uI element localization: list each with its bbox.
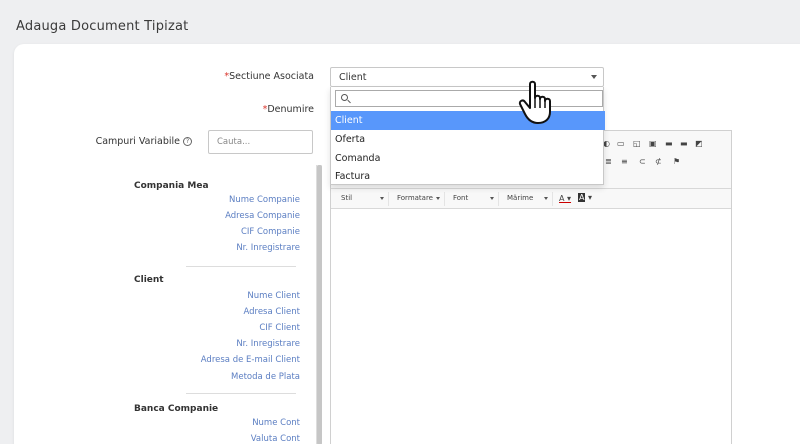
variable-link[interactable]: CIF Client [259, 323, 300, 333]
chevron-down-icon [436, 197, 440, 200]
dropdown-option-factura[interactable]: Factura [331, 167, 605, 186]
variable-link[interactable]: Nr. Inregistrare [236, 243, 300, 253]
smiley-icon[interactable]: ▣ [649, 139, 657, 148]
info-icon[interactable]: ? [183, 137, 192, 146]
size-combo[interactable]: Mărime [503, 192, 553, 206]
special-char-icon[interactable]: ▬ [665, 139, 673, 148]
variable-link[interactable]: Nr. Inregistrare [236, 339, 300, 349]
variable-link[interactable]: Adresa Companie [225, 211, 300, 221]
chevron-down-icon [591, 75, 597, 79]
font-combo[interactable]: Font [449, 192, 499, 206]
variable-link[interactable]: Nume Companie [229, 195, 300, 205]
denumire-label: *Denumire [262, 104, 314, 115]
dropdown-option-oferta[interactable]: Oferta [331, 130, 605, 149]
page-title: Adauga Document Tipizat [16, 19, 189, 34]
anchor-icon[interactable]: ⚑ [673, 157, 680, 166]
variable-link[interactable]: Metoda de Plata [231, 372, 300, 382]
hand-pointer-cursor-icon [518, 80, 551, 124]
variable-link[interactable]: Valuta Cont [251, 434, 300, 444]
text-color-icon[interactable]: A ▾ [559, 194, 571, 203]
variable-link[interactable]: Nume Client [247, 291, 300, 301]
link-icon[interactable]: ⊂ [639, 157, 646, 166]
bg-color-icon[interactable]: A ▾ [578, 193, 592, 202]
group-divider [186, 393, 296, 394]
group-divider [186, 266, 296, 267]
search-icon [341, 94, 348, 101]
chevron-down-icon [380, 197, 384, 200]
iframe-icon[interactable]: ◩ [695, 139, 703, 148]
editor-combos-bar: Stil Formatare Font Mărime A ▾ A ▾ [331, 189, 731, 209]
table-icon[interactable]: ▭ [617, 139, 625, 148]
horizontal-line-icon[interactable]: ◱ [633, 139, 641, 148]
variables-scrollbar[interactable] [316, 165, 322, 444]
variable-link[interactable]: Adresa de E-mail Client [201, 355, 300, 365]
sectiune-select-value: Client [339, 72, 367, 83]
chevron-down-icon [490, 197, 494, 200]
campuri-label: Campuri Variabile? [80, 136, 192, 147]
group-title: Compania Mea [134, 181, 209, 191]
campuri-search-input[interactable]: Cauta... [208, 130, 313, 154]
style-combo[interactable]: Stil [337, 192, 389, 206]
dropdown-option-comanda[interactable]: Comanda [331, 149, 605, 168]
justify-icon[interactable]: ≡ [621, 157, 628, 166]
sectiune-label: *Sectiune Asociata [224, 71, 314, 82]
scrollbar-thumb[interactable] [317, 165, 322, 444]
group-title: Client [134, 275, 164, 285]
page-break-icon[interactable]: ▬ [680, 139, 688, 148]
variable-link[interactable]: CIF Companie [241, 227, 300, 237]
unlink-icon[interactable]: ⊄ [655, 157, 662, 166]
group-title: Banca Companie [134, 404, 219, 414]
variables-panel: Compania Mea Nume Companie Adresa Compan… [126, 165, 316, 444]
dropdown-option-client[interactable]: Client [331, 111, 605, 130]
variable-link[interactable]: Adresa Client [243, 307, 300, 317]
align-icon[interactable]: ≣ [605, 157, 612, 166]
variable-link[interactable]: Nume Cont [252, 418, 300, 428]
format-combo[interactable]: Formatare [393, 192, 445, 206]
chevron-down-icon [544, 197, 548, 200]
